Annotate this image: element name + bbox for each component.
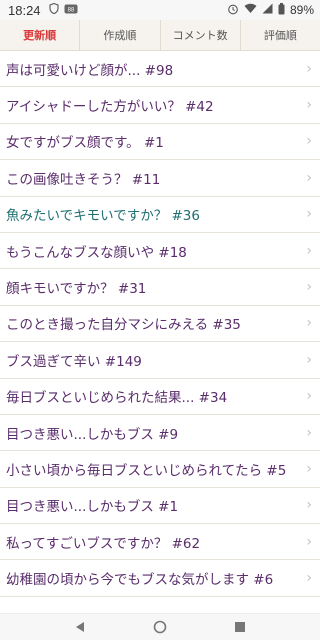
list-item-title: 顔キモいですか？ #31 bbox=[6, 281, 147, 298]
wifi-icon bbox=[244, 3, 257, 17]
list-item[interactable]: 毎日ブスといじめられた結果... #34 › bbox=[0, 379, 320, 415]
chevron-right-icon: › bbox=[306, 60, 312, 77]
list-item-title: 女ですがブス顔です。 #1 bbox=[6, 135, 164, 152]
sort-tabs: 更新順 作成順 コメント数 評価順 bbox=[0, 20, 320, 51]
list-item[interactable]: 声は可愛いけど顔が... #98 › bbox=[0, 51, 320, 88]
chevron-right-icon: › bbox=[306, 460, 312, 477]
list-item-title: ブス過ぎて辛い #149 bbox=[6, 353, 142, 370]
list-item-title: このとき撮った自分マシにみえる #35 bbox=[6, 317, 241, 334]
chevron-right-icon: › bbox=[306, 497, 312, 514]
system-nav-bar bbox=[0, 613, 320, 640]
list-item-title: アイシャドーした方がいい？ #42 bbox=[6, 99, 214, 116]
clock: 18:24 bbox=[8, 2, 41, 18]
list-item[interactable]: この画像吐きそう？ #11 › bbox=[0, 160, 320, 197]
back-icon[interactable] bbox=[70, 617, 90, 637]
chevron-right-icon: › bbox=[306, 169, 312, 186]
chevron-right-icon: › bbox=[306, 570, 312, 587]
list-item-title: 私ってすごいブスですか？ #62 bbox=[6, 535, 201, 552]
battery-percentage: 89% bbox=[289, 3, 314, 17]
list-item[interactable]: ブス過ぎて辛い #149 › bbox=[0, 342, 320, 379]
list-item-title: 幼稚園の頃から今でもブスな気がします #6 bbox=[6, 572, 274, 589]
list-item[interactable]: 顔キモいですか？ #31 › bbox=[0, 269, 320, 306]
list-item-title: 声は可愛いけど顔が... #98 bbox=[6, 62, 174, 79]
list-item[interactable]: 私ってすごいブスですか？ #62 › bbox=[0, 524, 320, 561]
list-item[interactable]: このとき撮った自分マシにみえる #35 › bbox=[0, 306, 320, 343]
notification-badge-icon: 88 bbox=[64, 3, 78, 17]
list-item[interactable]: 幼稚園の頃から今でもブスな気がします #6 › bbox=[0, 560, 320, 597]
chevron-right-icon: › bbox=[306, 424, 312, 441]
list-item[interactable]: 小さい頃から毎日ブスといじめられてたら #5 › bbox=[0, 451, 320, 488]
svg-text:88: 88 bbox=[67, 8, 74, 14]
status-bar: 18:24 88 89% bbox=[0, 0, 320, 20]
alarm-icon bbox=[227, 3, 239, 18]
tab-comments[interactable]: コメント数 bbox=[161, 20, 241, 50]
list-item-title: もうこんなブスな顔いや #18 bbox=[6, 244, 187, 261]
shield-icon bbox=[48, 2, 59, 17]
recents-icon[interactable] bbox=[230, 617, 250, 637]
chevron-right-icon: › bbox=[306, 279, 312, 296]
list-item-title: 毎日ブスといじめられた結果... #34 bbox=[6, 390, 228, 407]
list-item[interactable]: 目つき悪い...しかもブス #1 › bbox=[0, 488, 320, 525]
topic-list: 声は可愛いけど顔が... #98 › アイシャドーした方がいい？ #42 › 女ですがブ… bbox=[0, 51, 320, 597]
list-item-title: この画像吐きそう？ #11 bbox=[6, 171, 161, 188]
list-item[interactable]: 女ですがブス顔です。 #1 › bbox=[0, 124, 320, 161]
chevron-right-icon: › bbox=[306, 388, 312, 405]
tab-created[interactable]: 作成順 bbox=[80, 20, 161, 50]
partial-list-item bbox=[0, 597, 320, 611]
home-icon[interactable] bbox=[150, 617, 170, 637]
chevron-right-icon: › bbox=[306, 315, 312, 332]
tab-updated[interactable]: 更新順 bbox=[0, 20, 81, 50]
list-item[interactable]: 目つき悪い...しかもブス #9 › bbox=[0, 415, 320, 452]
list-item-title: 目つき悪い...しかもブス #1 bbox=[6, 499, 179, 516]
chevron-right-icon: › bbox=[306, 242, 312, 259]
list-item-title: 魚みたいでキモいですか？ #36 bbox=[6, 208, 200, 225]
list-item[interactable]: 魚みたいでキモいですか？ #36 › bbox=[0, 197, 320, 233]
list-item-title: 目つき悪い...しかもブス #9 bbox=[6, 426, 179, 443]
list-item[interactable]: アイシャドーした方がいい？ #42 › bbox=[0, 87, 320, 124]
chevron-right-icon: › bbox=[306, 533, 312, 550]
list-item[interactable]: もうこんなブスな顔いや #18 › bbox=[0, 233, 320, 270]
list-item-title: 小さい頃から毎日ブスといじめられてたら #5 bbox=[6, 462, 287, 479]
battery-icon bbox=[278, 2, 285, 18]
tab-rating[interactable]: 評価順 bbox=[241, 20, 320, 50]
chevron-right-icon: › bbox=[306, 133, 312, 150]
chevron-right-icon: › bbox=[306, 206, 312, 223]
chevron-right-icon: › bbox=[306, 97, 312, 114]
signal-icon bbox=[262, 3, 273, 17]
chevron-right-icon: › bbox=[306, 351, 312, 368]
